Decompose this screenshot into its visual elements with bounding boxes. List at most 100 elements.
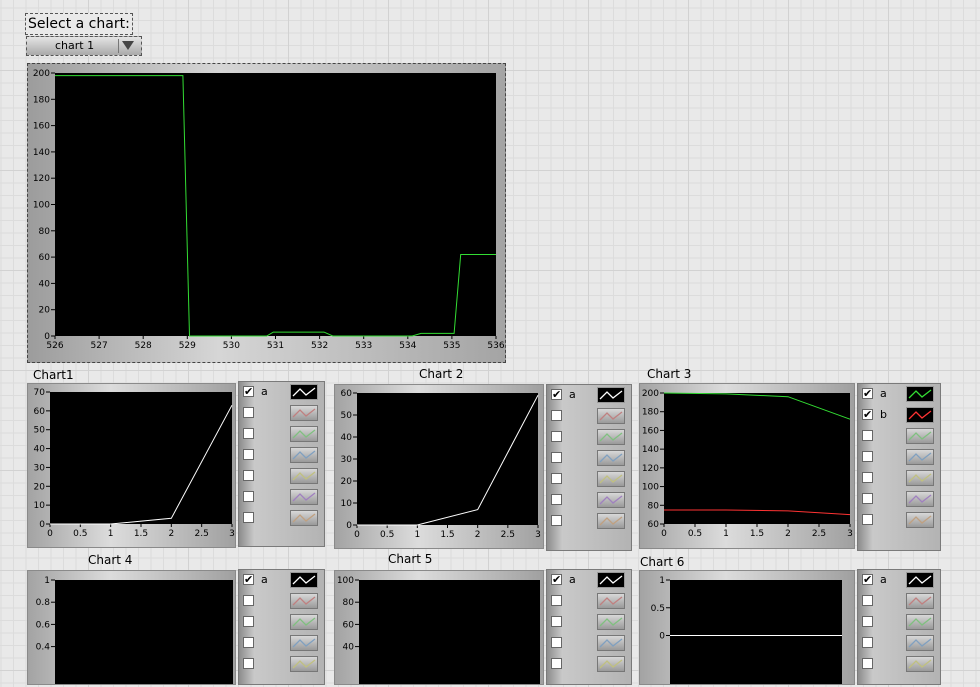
chart-selector-dropdown[interactable]: chart 1 <box>26 36 142 56</box>
legend-checkbox[interactable] <box>862 595 873 606</box>
legend-row <box>858 612 940 633</box>
chart3-frame: 60 80 100 120 140 160 180 200 0 0.5 1 1.5 2 2.5 3 <box>639 383 855 549</box>
legend-plot-swatch[interactable] <box>597 614 625 630</box>
main-x-tick-label: 535 <box>443 341 460 351</box>
legend-plot-swatch[interactable] <box>906 593 934 609</box>
legend-plot-swatch[interactable] <box>597 387 625 403</box>
legend-checkbox[interactable] <box>551 595 562 606</box>
legend-plot-swatch[interactable] <box>290 447 318 463</box>
legend-row <box>239 612 324 633</box>
legend-plot-swatch[interactable] <box>597 471 625 487</box>
legend-checkbox[interactable] <box>551 431 562 442</box>
legend-plot-swatch[interactable] <box>290 635 318 651</box>
chart1-x-tick-label: 0.5 <box>73 529 87 539</box>
main-y-tick-label: 80 <box>39 227 51 237</box>
legend-plot-swatch[interactable] <box>290 426 318 442</box>
legend-plot-swatch[interactable] <box>290 614 318 630</box>
chart4-plot-area <box>55 580 233 687</box>
legend-plot-swatch[interactable] <box>906 407 934 423</box>
chart5-frame: 100 80 60 40 <box>334 570 544 687</box>
legend-checkbox[interactable] <box>551 494 562 505</box>
legend-plot-swatch[interactable] <box>290 405 318 421</box>
legend-checkbox[interactable] <box>243 637 254 648</box>
legend-checkbox[interactable]: ✔ <box>862 574 873 585</box>
chart1-y-tick-label: 60 <box>34 407 46 417</box>
legend-checkbox[interactable] <box>862 451 873 462</box>
legend-checkbox[interactable] <box>862 658 873 669</box>
legend-plot-swatch[interactable] <box>597 572 625 588</box>
legend-plot-swatch[interactable] <box>906 614 934 630</box>
chart5-legend: ✔ a <box>546 569 632 685</box>
chart4-y-tick-label: 0.4 <box>36 643 51 653</box>
main-y-tick-label: 40 <box>39 279 51 289</box>
legend-plot-swatch[interactable] <box>906 428 934 444</box>
legend-checkbox[interactable] <box>862 472 873 483</box>
legend-plot-swatch[interactable] <box>290 593 318 609</box>
legend-checkbox[interactable] <box>243 512 254 523</box>
chart6-y-tick-label: 1 <box>659 576 665 586</box>
legend-checkbox[interactable] <box>551 616 562 627</box>
chart1-y-tick-label: 10 <box>34 501 46 511</box>
legend-checkbox[interactable]: ✔ <box>862 388 873 399</box>
legend-plot-swatch[interactable] <box>597 513 625 529</box>
legend-checkbox[interactable] <box>551 658 562 669</box>
legend-plot-swatch[interactable] <box>906 386 934 402</box>
legend-checkbox[interactable]: ✔ <box>862 409 873 420</box>
legend-checkbox[interactable] <box>551 637 562 648</box>
legend-checkbox[interactable] <box>551 410 562 421</box>
legend-plot-swatch[interactable] <box>906 656 934 672</box>
legend-plot-swatch[interactable] <box>290 510 318 526</box>
legend-row <box>858 468 940 489</box>
legend-checkbox[interactable] <box>243 595 254 606</box>
legend-checkbox[interactable] <box>862 514 873 525</box>
legend-row <box>239 403 324 424</box>
legend-checkbox[interactable] <box>243 616 254 627</box>
legend-plot-swatch[interactable] <box>906 470 934 486</box>
legend-row <box>239 633 324 654</box>
main-x-tick-label: 536 <box>487 341 504 351</box>
legend-plot-swatch[interactable] <box>906 491 934 507</box>
legend-checkbox[interactable]: ✔ <box>243 574 254 585</box>
legend-checkbox[interactable] <box>243 428 254 439</box>
legend-checkbox[interactable]: ✔ <box>243 386 254 397</box>
legend-checkbox[interactable]: ✔ <box>551 574 562 585</box>
legend-row <box>239 654 324 675</box>
legend-checkbox[interactable] <box>243 449 254 460</box>
legend-plot-swatch[interactable] <box>597 492 625 508</box>
legend-plot-swatch[interactable] <box>597 593 625 609</box>
legend-plot-swatch[interactable] <box>597 408 625 424</box>
legend-checkbox[interactable] <box>551 473 562 484</box>
legend-plot-swatch[interactable] <box>290 384 318 400</box>
legend-plot-swatch[interactable] <box>906 572 934 588</box>
legend-plot-swatch[interactable] <box>597 635 625 651</box>
legend-checkbox[interactable] <box>551 515 562 526</box>
legend-plot-swatch[interactable] <box>290 572 318 588</box>
legend-checkbox[interactable]: ✔ <box>551 389 562 400</box>
legend-plot-swatch[interactable] <box>290 656 318 672</box>
legend-checkbox[interactable] <box>862 493 873 504</box>
legend-plot-swatch[interactable] <box>906 449 934 465</box>
chart1-title: Chart1 <box>33 368 74 382</box>
legend-checkbox[interactable] <box>243 491 254 502</box>
legend-plot-swatch[interactable] <box>906 635 934 651</box>
chart2-y-tick-label: 40 <box>341 433 353 443</box>
chart1-x-tick-label: 1 <box>108 529 114 539</box>
chart1-plot: 0 10 20 30 40 50 60 70 0 0.5 1 1.5 2 2.5 3 <box>34 388 235 539</box>
legend-plot-swatch[interactable] <box>290 468 318 484</box>
chart6-title: Chart 6 <box>640 555 685 569</box>
legend-plot-swatch[interactable] <box>597 429 625 445</box>
legend-checkbox[interactable] <box>243 658 254 669</box>
chart1-x-tick-label: 3 <box>229 529 235 539</box>
legend-checkbox[interactable] <box>862 616 873 627</box>
legend-plot-swatch[interactable] <box>597 656 625 672</box>
legend-checkbox[interactable] <box>862 430 873 441</box>
legend-checkbox[interactable] <box>243 470 254 481</box>
legend-plot-swatch[interactable] <box>597 450 625 466</box>
legend-checkbox[interactable] <box>243 407 254 418</box>
chart1-x-tick-label: 1.5 <box>134 529 148 539</box>
legend-plot-swatch[interactable] <box>906 512 934 528</box>
legend-checkbox[interactable] <box>551 452 562 463</box>
chevron-down-icon[interactable] <box>122 41 134 50</box>
legend-checkbox[interactable] <box>862 637 873 648</box>
legend-plot-swatch[interactable] <box>290 489 318 505</box>
